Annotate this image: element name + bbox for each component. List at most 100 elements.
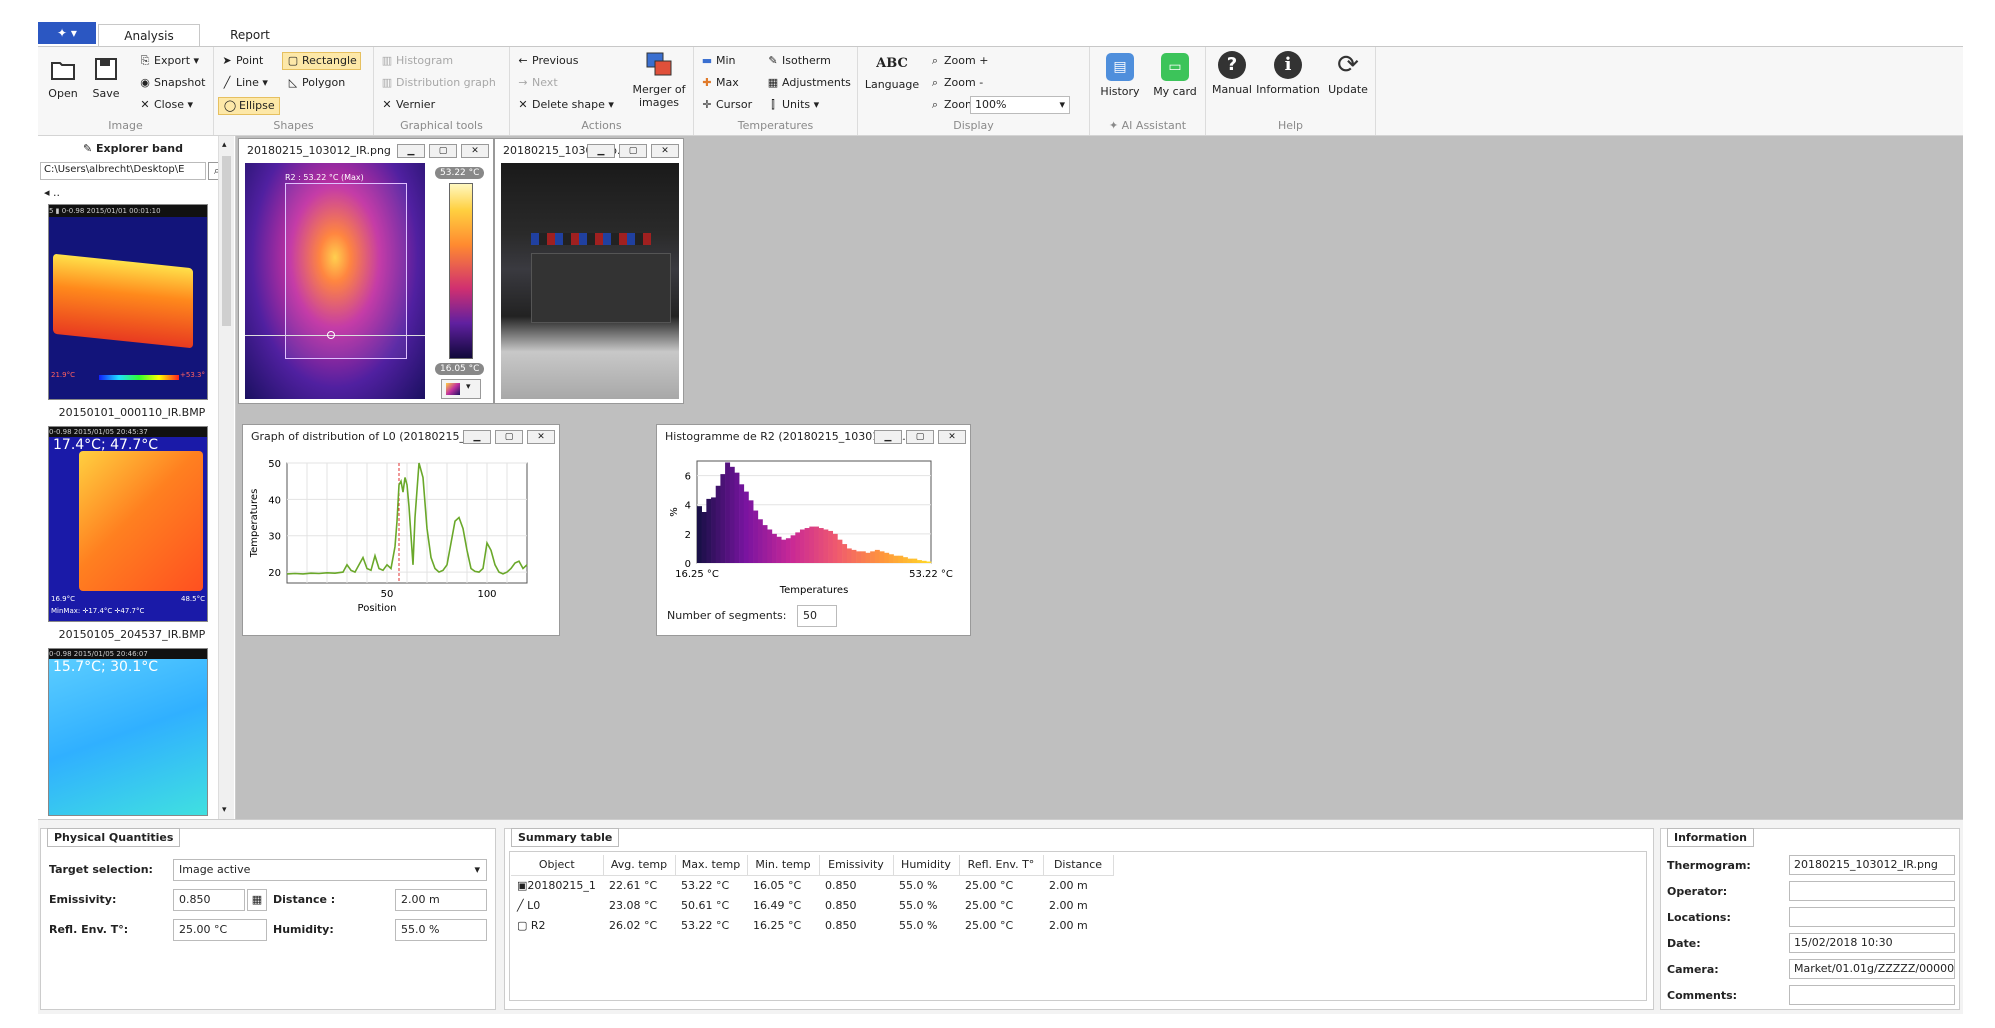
information-button[interactable]: i Information	[1254, 51, 1322, 96]
maximize-icon[interactable]: ▢	[906, 430, 934, 444]
y-tick-label: 2	[685, 530, 691, 541]
save-button[interactable]: Save	[86, 55, 126, 100]
thermal-object-image	[79, 451, 203, 591]
app-menu-button[interactable]: ✦ ▾	[38, 22, 96, 44]
ir-image-window[interactable]: 20180215_103012_IR.png ▁ ▢ ✕ R2 : 53.22 °C…	[238, 138, 494, 404]
thermogram-field[interactable]: 20180215_103012_IR.png	[1789, 855, 1955, 875]
manual-button[interactable]: ? Manual	[1210, 51, 1254, 96]
col-emissivity[interactable]: Emissivity	[819, 855, 894, 876]
zoom-in-button[interactable]: ⌕ Zoom +	[928, 53, 989, 69]
maximize-icon[interactable]: ▢	[495, 430, 523, 444]
maximize-icon[interactable]: ▢	[429, 144, 457, 158]
maximize-icon[interactable]: ▢	[619, 144, 647, 158]
line-handle[interactable]	[327, 331, 335, 339]
min-button[interactable]: ▬ Min	[700, 53, 736, 69]
date-field[interactable]: 15/02/2018 10:30	[1789, 933, 1955, 953]
group-label-help: Help	[1277, 119, 1304, 132]
minimize-icon[interactable]: ▁	[587, 144, 615, 158]
explorer-scrollbar[interactable]: ▴ ▾	[218, 136, 234, 819]
scroll-up-icon[interactable]: ▴	[222, 140, 227, 150]
scroll-thumb[interactable]	[222, 156, 231, 326]
point-button[interactable]: ➤ Point	[220, 53, 263, 69]
merger-of-images-button[interactable]: Merger of images	[628, 51, 690, 109]
line-button[interactable]: ╱ Line ▾	[220, 75, 268, 91]
cursor-button[interactable]: ✛ Cursor	[700, 97, 752, 113]
isotherm-button[interactable]: ✎ Isotherm	[766, 53, 830, 69]
table-row[interactable]: ╱ L0 23.08 °C 50.61 °C 16.49 °C 0.850 55.0 %…	[511, 895, 1113, 915]
humidity-input[interactable]: 55.0 %	[395, 919, 487, 941]
close-icon[interactable]: ✕	[651, 144, 679, 158]
col-min[interactable]: Min. temp	[747, 855, 820, 876]
ellipse-button[interactable]: ◯ Ellipse	[218, 97, 280, 115]
snapshot-button[interactable]: ◉ Snapshot	[138, 75, 205, 91]
tab-report[interactable]: Report	[210, 24, 290, 46]
thumbnail-2[interactable]: 0-0.98 2015/01/05 20:45:37 17.4°C; 47.7°…	[48, 426, 208, 622]
close-icon[interactable]: ✕	[527, 430, 555, 444]
close-icon[interactable]: ✕	[461, 144, 489, 158]
operator-field[interactable]	[1789, 881, 1955, 901]
table-row[interactable]: ▣20180215_1 22.61 °C 53.22 °C 16.05 °C 0.85…	[511, 875, 1113, 895]
group-label-actions: Actions	[581, 119, 622, 132]
group-image: Open Save ⎘ Export ▾ ◉ Snapshot ✕ Close ▾ I…	[38, 47, 214, 135]
calculator-icon[interactable]: ▦	[247, 889, 267, 911]
language-button[interactable]: ABC Language	[864, 57, 920, 91]
col-distance[interactable]: Distance	[1043, 855, 1114, 876]
histogram-bar	[743, 491, 749, 563]
palette-dropdown[interactable]: ▾	[441, 379, 481, 399]
update-button[interactable]: ⟳ Update	[1324, 51, 1372, 96]
minimize-icon[interactable]: ▁	[397, 144, 425, 158]
units-button[interactable]: ⫿ Units ▾	[766, 97, 819, 113]
explorer-path-input[interactable]: C:\Users\albrecht\Desktop\E	[40, 162, 206, 180]
comments-field[interactable]	[1789, 985, 1955, 1005]
table-row[interactable]: ▢ R2 26.02 °C 53.22 °C 16.25 °C 0.850 55.0 %…	[511, 915, 1113, 935]
minimize-icon[interactable]: ▁	[463, 430, 491, 444]
col-refl[interactable]: Refl. Env. T°	[959, 855, 1044, 876]
target-value: Image active	[179, 863, 251, 876]
scroll-down-icon[interactable]: ▾	[222, 805, 227, 815]
photo-window[interactable]: 20180215_103012.p... ▁ ▢ ✕	[494, 138, 684, 404]
emissivity-input[interactable]: 0.850	[173, 889, 245, 911]
zoom-select[interactable]: 100% ▾	[970, 96, 1070, 114]
col-max[interactable]: Max. temp	[675, 855, 748, 876]
line-l0[interactable]	[245, 335, 425, 336]
col-object[interactable]: Object	[511, 855, 604, 876]
tab-analysis[interactable]: Analysis	[98, 24, 200, 46]
info-icon: i	[1274, 51, 1302, 79]
zoom-out-button[interactable]: ⌕ Zoom -	[928, 75, 983, 91]
histogram-button[interactable]: ▥ Histogram	[380, 53, 453, 69]
history-button[interactable]: ▤ History	[1094, 53, 1146, 98]
vernier-button[interactable]: ✕ Vernier	[380, 97, 435, 113]
my-card-button[interactable]: ▭ My card	[1148, 53, 1202, 98]
locations-field[interactable]	[1789, 907, 1955, 927]
refl-input[interactable]: 25.00 °C	[173, 919, 267, 941]
col-avg[interactable]: Avg. temp	[603, 855, 676, 876]
thumbnail-1[interactable]: 5 ▮ 0-0.98 2015/01/01 00:01:10 21.9°C +5…	[48, 204, 208, 400]
open-button[interactable]: Open	[42, 55, 84, 100]
next-button[interactable]: → Next	[516, 75, 557, 91]
minimize-icon[interactable]: ▁	[874, 430, 902, 444]
export-button[interactable]: ⎘ Export ▾	[138, 53, 199, 69]
adjustments-button[interactable]: ▦ Adjustments	[766, 75, 851, 91]
histogram-window[interactable]: Histogramme de R2 (20180215_103012_IR.pn…	[656, 424, 971, 636]
folder-up-item[interactable]: ◂ ..	[44, 186, 60, 199]
target-select[interactable]: Image active ▾	[173, 859, 487, 881]
close-icon[interactable]: ✕	[938, 430, 966, 444]
thermal-image[interactable]: R2 : 53.22 °C (Max)	[245, 163, 425, 399]
close-button[interactable]: ✕ Close ▾	[138, 97, 193, 113]
col-humidity[interactable]: Humidity	[893, 855, 960, 876]
distance-input[interactable]: 2.00 m	[395, 889, 487, 911]
rectangle-button[interactable]: ▢ Rectangle	[282, 52, 361, 70]
group-label-ai: ✦ AI Assistant	[1090, 119, 1205, 132]
summary-table: Object Avg. temp Max. temp Min. temp Emi…	[511, 855, 1114, 935]
roi-rectangle-r2[interactable]	[285, 183, 407, 359]
delete-shape-button[interactable]: ✕ Delete shape ▾	[516, 97, 613, 113]
distribution-graph-button[interactable]: ▥ Distribution graph	[380, 75, 496, 91]
distribution-graph-window[interactable]: Graph of distribution of L0 (20180215_10…	[242, 424, 560, 636]
cell: 22.61 °C	[609, 878, 658, 892]
camera-field[interactable]: Market/01.01g/ZZZZZ/000000000	[1789, 959, 1955, 979]
thumbnail-3[interactable]: 0-0.98 2015/01/05 20:46:07 15.7°C; 30.1°…	[48, 648, 208, 816]
max-button[interactable]: ✚ Max	[700, 75, 738, 91]
segments-input[interactable]: 50	[797, 605, 837, 627]
previous-button[interactable]: ← Previous	[516, 53, 578, 69]
polygon-button[interactable]: ◺ Polygon	[286, 75, 345, 91]
